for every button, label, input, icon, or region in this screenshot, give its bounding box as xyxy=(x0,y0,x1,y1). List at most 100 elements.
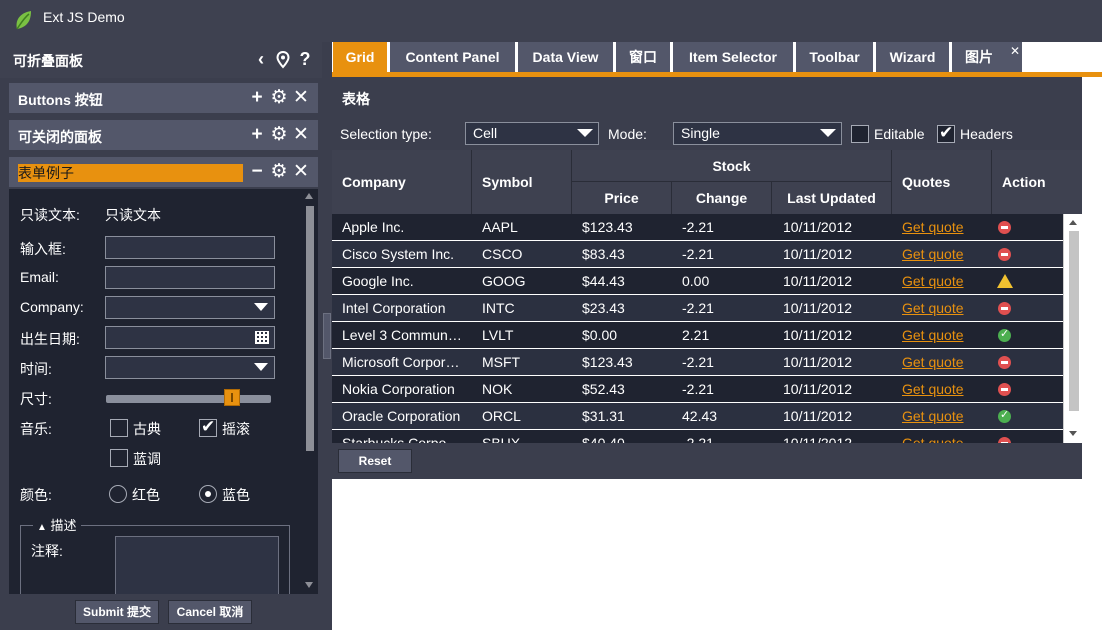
email-field[interactable] xyxy=(105,266,275,289)
get-quote-link[interactable]: Get quote xyxy=(902,408,964,424)
tab-wizard[interactable]: Wizard xyxy=(876,42,949,73)
table-row[interactable]: Intel Corporation INTC $23.43 -2.21 10/11/20… xyxy=(332,295,1063,322)
close-icon[interactable]: ✕ xyxy=(292,87,310,109)
color-radio-red[interactable] xyxy=(109,485,127,503)
check-circle-icon[interactable] xyxy=(998,408,1011,423)
tab-data-view[interactable]: Data View xyxy=(518,42,613,73)
form-scrollbar[interactable] xyxy=(303,189,316,594)
color-radio-blue[interactable] xyxy=(199,485,217,503)
minus-circle-icon[interactable] xyxy=(998,383,1011,396)
get-quote-link[interactable]: Get quote xyxy=(902,354,964,370)
close-icon[interactable]: ✕ xyxy=(292,161,310,183)
size-slider-track[interactable] xyxy=(106,395,271,403)
chevron-down-icon[interactable] xyxy=(254,303,268,311)
company-select[interactable] xyxy=(105,296,275,319)
minus-circle-icon[interactable] xyxy=(998,248,1011,261)
warning-icon[interactable] xyxy=(997,274,1013,288)
music-checkbox-classical[interactable] xyxy=(110,419,128,437)
submit-button[interactable]: Submit 提交 xyxy=(75,600,159,624)
scroll-down-icon[interactable] xyxy=(305,582,313,588)
column-header-change[interactable]: Change xyxy=(672,182,772,214)
gear-icon[interactable]: ⚙ xyxy=(270,87,288,109)
cell-price: $40.40 xyxy=(582,435,625,443)
tab-content-panel[interactable]: Content Panel xyxy=(390,42,515,73)
tab-grid[interactable]: Grid xyxy=(333,42,387,73)
scroll-down-icon[interactable] xyxy=(1069,431,1077,436)
scrollbar-thumb[interactable] xyxy=(306,206,314,451)
text-input[interactable] xyxy=(105,236,275,259)
selection-type-select[interactable]: Cell xyxy=(465,122,599,145)
table-row[interactable]: Apple Inc. AAPL $123.43 -2.21 10/11/2012 Get … xyxy=(332,214,1063,241)
tab-window[interactable]: 窗口 xyxy=(616,42,670,73)
cell-company: Apple Inc. xyxy=(342,219,405,235)
gear-icon[interactable]: ⚙ xyxy=(270,161,288,183)
scrollbar-thumb[interactable] xyxy=(1069,231,1079,411)
scroll-up-icon[interactable] xyxy=(1069,220,1077,225)
headers-checkbox[interactable] xyxy=(937,123,955,143)
minus-icon[interactable]: − xyxy=(248,161,266,183)
cell-change: 0.00 xyxy=(682,273,710,289)
music-checkbox-rock[interactable] xyxy=(199,417,217,437)
birthdate-field[interactable] xyxy=(105,326,275,349)
reset-button[interactable]: Reset xyxy=(338,449,412,473)
get-quote-link[interactable]: Get quote xyxy=(902,300,964,316)
accordion-panel-buttons[interactable]: Buttons 按钮 + ⚙ ✕ xyxy=(9,83,318,115)
close-icon[interactable]: ✕ xyxy=(1010,44,1020,58)
get-quote-link[interactable]: Get quote xyxy=(902,381,964,397)
get-quote-link[interactable]: Get quote xyxy=(902,327,964,343)
editable-checkbox[interactable] xyxy=(851,125,869,143)
selection-type-value: Cell xyxy=(473,125,498,141)
table-row[interactable]: Google Inc. GOOG $44.43 0.00 10/11/2012 Get q… xyxy=(332,268,1063,295)
table-row[interactable]: Starbucks Corporation SBUX $40.40 -2.21 10/1… xyxy=(332,430,1063,443)
tab-item-selector[interactable]: Item Selector xyxy=(673,42,793,73)
get-quote-link[interactable]: Get quote xyxy=(902,273,964,289)
accordion-panel-closable[interactable]: 可关闭的面板 + ⚙ ✕ xyxy=(9,120,318,152)
minus-circle-icon[interactable] xyxy=(998,356,1011,369)
table-row[interactable]: Cisco System Inc. CSCO $83.43 -2.21 10/11/20… xyxy=(332,241,1063,268)
minus-circle-icon[interactable] xyxy=(998,302,1011,315)
chevron-down-icon[interactable] xyxy=(254,363,268,371)
column-header-quotes[interactable]: Quotes xyxy=(892,150,992,214)
calendar-icon[interactable] xyxy=(255,331,269,344)
get-quote-link[interactable]: Get quote xyxy=(902,246,964,262)
fieldset-legend[interactable]: ▲ 描述 xyxy=(33,515,81,534)
collapse-grip-icon[interactable] xyxy=(323,313,331,359)
chevron-left-icon[interactable]: ‹ xyxy=(252,47,270,71)
check-circle-icon[interactable] xyxy=(998,327,1011,342)
cell-change: -2.21 xyxy=(682,354,714,370)
scroll-up-icon[interactable] xyxy=(305,193,313,199)
column-header-price[interactable]: Price xyxy=(572,182,672,214)
get-quote-link[interactable]: Get quote xyxy=(902,435,964,443)
chevron-down-icon[interactable] xyxy=(820,129,836,137)
gear-icon[interactable]: ⚙ xyxy=(270,124,288,146)
mode-select[interactable]: Single xyxy=(673,122,842,145)
column-header-symbol[interactable]: Symbol xyxy=(472,150,572,214)
column-header-action[interactable]: Action xyxy=(992,150,1082,214)
minus-circle-icon[interactable] xyxy=(998,221,1011,234)
music-label: 音乐: xyxy=(20,421,52,437)
column-header-company[interactable]: Company xyxy=(332,150,472,214)
time-select[interactable] xyxy=(105,356,275,379)
table-row[interactable]: Level 3 Communications LVLT $0.00 2.21 10/11… xyxy=(332,322,1063,349)
table-row[interactable]: Oracle Corporation ORCL $31.31 42.43 10/11/2… xyxy=(332,403,1063,430)
grid-scrollbar[interactable] xyxy=(1063,214,1082,443)
get-quote-link[interactable]: Get quote xyxy=(902,219,964,235)
table-row[interactable]: Nokia Corporation NOK $52.43 -2.21 10/11/201… xyxy=(332,376,1063,403)
plus-icon[interactable]: + xyxy=(248,124,266,146)
close-icon[interactable]: ✕ xyxy=(292,124,310,146)
triangle-up-icon[interactable]: ▲ xyxy=(37,522,47,533)
music-checkbox-blues[interactable] xyxy=(110,449,128,467)
table-row[interactable]: Microsoft Corporation MSFT $123.43 -2.21 10/… xyxy=(332,349,1063,376)
cancel-button[interactable]: Cancel 取消 xyxy=(168,600,252,624)
help-icon[interactable]: ? xyxy=(296,47,314,71)
column-header-last-updated[interactable]: Last Updated xyxy=(772,182,892,214)
size-slider-thumb[interactable] xyxy=(224,389,240,406)
plus-icon[interactable]: + xyxy=(248,87,266,109)
comment-textarea[interactable] xyxy=(115,536,279,596)
pin-icon[interactable] xyxy=(276,51,290,69)
tab-toolbar[interactable]: Toolbar xyxy=(796,42,873,73)
chevron-down-icon[interactable] xyxy=(577,129,593,137)
headers-label: Headers xyxy=(960,126,1013,142)
cell-company: Microsoft Corporation xyxy=(342,354,464,370)
accordion-panel-form[interactable]: 表单例子 − ⚙ ✕ xyxy=(9,157,318,189)
